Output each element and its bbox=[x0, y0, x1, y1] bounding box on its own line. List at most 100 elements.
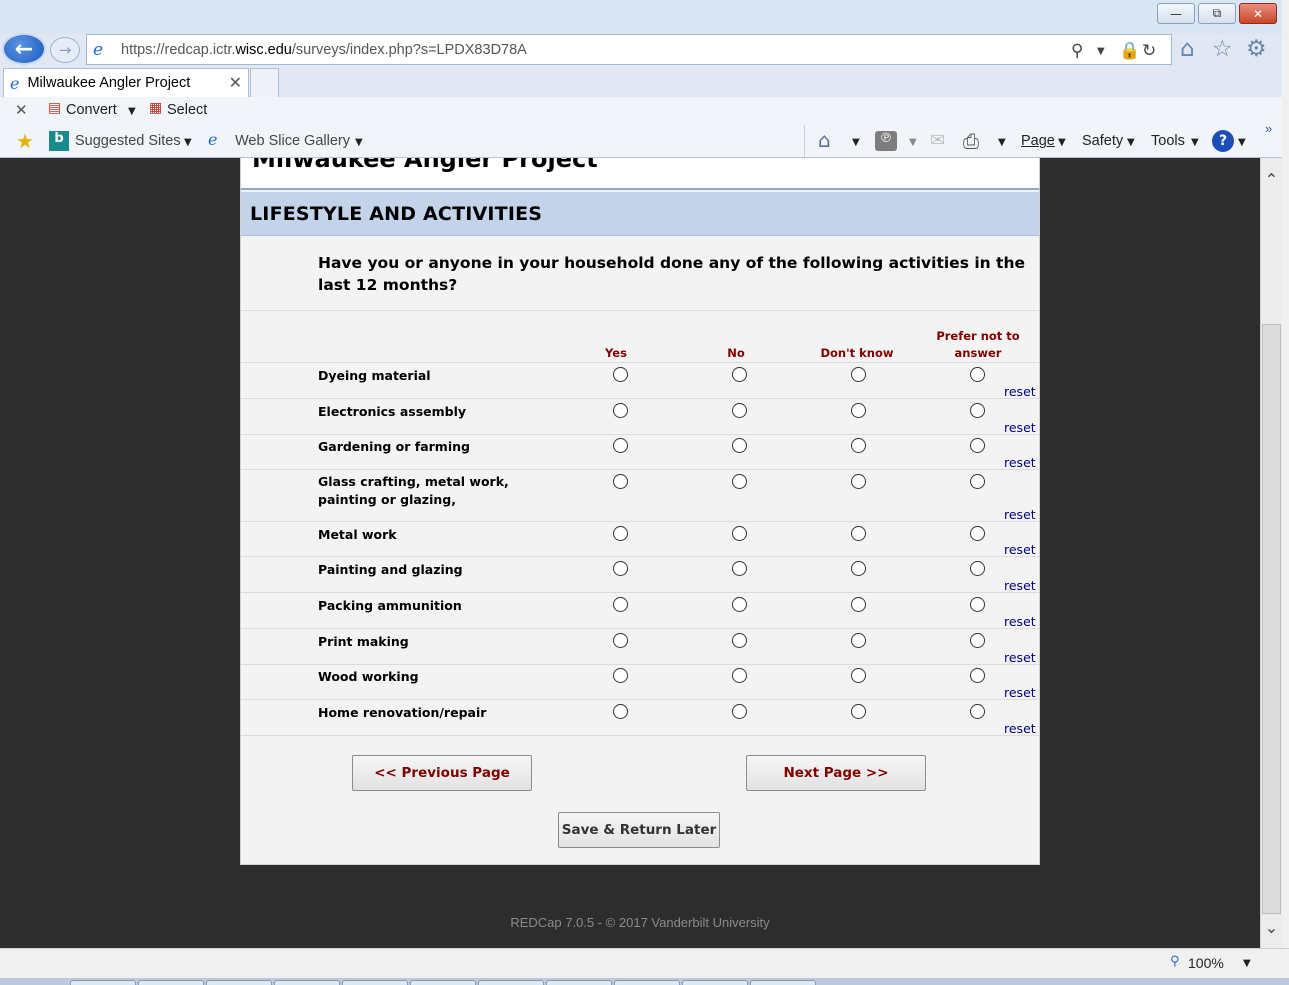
radio-dont-know[interactable] bbox=[851, 526, 866, 541]
convert-button[interactable]: Convert bbox=[66, 102, 117, 118]
reset-link[interactable]: reset bbox=[1004, 650, 1036, 665]
radio-prefer-not[interactable] bbox=[970, 526, 985, 541]
zoom-icon[interactable]: ⚲ bbox=[1170, 954, 1180, 969]
help-dropdown-icon[interactable]: ▼ bbox=[1238, 137, 1246, 148]
radio-yes[interactable] bbox=[613, 474, 628, 489]
reset-link[interactable]: reset bbox=[1004, 721, 1036, 736]
radio-prefer-not[interactable] bbox=[970, 561, 985, 576]
taskbar-button[interactable] bbox=[274, 980, 340, 985]
close-window-button[interactable]: ✕ bbox=[1239, 3, 1277, 24]
radio-no[interactable] bbox=[732, 526, 747, 541]
taskbar-button[interactable] bbox=[682, 980, 748, 985]
address-bar[interactable]: e https://redcap.ictr.wisc.edu/surveys/i… bbox=[86, 34, 1172, 65]
radio-yes[interactable] bbox=[613, 561, 628, 576]
taskbar-button[interactable] bbox=[614, 980, 680, 985]
reset-link[interactable]: reset bbox=[1004, 542, 1036, 557]
lock-icon[interactable]: 🔒 bbox=[1119, 41, 1140, 61]
reset-link[interactable]: reset bbox=[1004, 685, 1036, 700]
page-menu[interactable]: Page bbox=[1021, 133, 1055, 149]
taskbar-button[interactable] bbox=[410, 980, 476, 985]
scroll-up-icon[interactable]: ⌃ bbox=[1261, 158, 1282, 202]
taskbar-button[interactable] bbox=[546, 980, 612, 985]
radio-yes[interactable] bbox=[613, 668, 628, 683]
home-command-icon[interactable]: ⌂ bbox=[818, 128, 831, 152]
radio-prefer-not[interactable] bbox=[970, 633, 985, 648]
radio-no[interactable] bbox=[732, 668, 747, 683]
next-page-button[interactable]: Next Page >> bbox=[746, 755, 926, 791]
radio-yes[interactable] bbox=[613, 403, 628, 418]
web-slice-gallery-link[interactable]: Web Slice Gallery bbox=[235, 133, 350, 149]
radio-dont-know[interactable] bbox=[851, 474, 866, 489]
radio-yes[interactable] bbox=[613, 367, 628, 382]
restore-button[interactable]: ⧉ bbox=[1198, 3, 1236, 24]
radio-dont-know[interactable] bbox=[851, 704, 866, 719]
radio-dont-know[interactable] bbox=[851, 403, 866, 418]
previous-page-button[interactable]: << Previous Page bbox=[352, 755, 532, 791]
radio-yes[interactable] bbox=[613, 597, 628, 612]
save-return-later-button[interactable]: Save & Return Later bbox=[558, 812, 720, 848]
back-button[interactable]: ← bbox=[2, 33, 46, 65]
radio-prefer-not[interactable] bbox=[970, 474, 985, 489]
new-tab-button[interactable] bbox=[250, 68, 279, 97]
forward-button[interactable]: → bbox=[50, 37, 80, 63]
tab-close-icon[interactable]: ✕ bbox=[229, 73, 242, 92]
search-dropdown-icon[interactable]: ▼ bbox=[1097, 46, 1105, 57]
radio-dont-know[interactable] bbox=[851, 633, 866, 648]
page-dropdown-icon[interactable]: ▼ bbox=[1058, 137, 1066, 148]
radio-prefer-not[interactable] bbox=[970, 668, 985, 683]
radio-dont-know[interactable] bbox=[851, 597, 866, 612]
tools-menu[interactable]: Tools bbox=[1151, 133, 1185, 149]
radio-no[interactable] bbox=[732, 474, 747, 489]
more-commands-icon[interactable]: » bbox=[1265, 121, 1272, 136]
scrollbar-thumb[interactable] bbox=[1262, 324, 1281, 914]
reset-link[interactable]: reset bbox=[1004, 455, 1036, 470]
zoom-dropdown-icon[interactable]: ▼ bbox=[1243, 958, 1251, 969]
home-icon[interactable]: ⌂ bbox=[1180, 36, 1195, 62]
safety-menu[interactable]: Safety bbox=[1082, 133, 1123, 149]
convert-dropdown-icon[interactable]: ▼ bbox=[128, 106, 136, 117]
taskbar-button[interactable] bbox=[750, 980, 816, 985]
radio-no[interactable] bbox=[732, 633, 747, 648]
reset-link[interactable]: reset bbox=[1004, 614, 1036, 629]
radio-no[interactable] bbox=[732, 367, 747, 382]
home-dropdown-icon[interactable]: ▼ bbox=[852, 137, 860, 148]
reset-link[interactable]: reset bbox=[1004, 507, 1036, 522]
help-icon[interactable]: ? bbox=[1212, 130, 1234, 152]
radio-prefer-not[interactable] bbox=[970, 438, 985, 453]
zoom-level[interactable]: 100% bbox=[1188, 955, 1224, 971]
settings-gear-icon[interactable]: ⚙ bbox=[1246, 36, 1267, 62]
favorites-icon[interactable]: ★ bbox=[16, 129, 34, 153]
web-slice-dropdown-icon[interactable]: ▼ bbox=[355, 137, 363, 148]
reset-link[interactable]: reset bbox=[1004, 578, 1036, 593]
vertical-scrollbar[interactable]: ⌃ ⌄ bbox=[1260, 158, 1282, 948]
safety-dropdown-icon[interactable]: ▼ bbox=[1127, 137, 1135, 148]
tools-dropdown-icon[interactable]: ▼ bbox=[1191, 137, 1199, 148]
address-url[interactable]: https://redcap.ictr.wisc.edu/surveys/ind… bbox=[121, 42, 527, 58]
radio-dont-know[interactable] bbox=[851, 367, 866, 382]
radio-dont-know[interactable] bbox=[851, 668, 866, 683]
rss-dropdown-icon[interactable]: ▼ bbox=[909, 137, 917, 148]
tab-active[interactable]: e Milwaukee Angler Project ✕ bbox=[3, 68, 249, 97]
radio-no[interactable] bbox=[732, 704, 747, 719]
radio-prefer-not[interactable] bbox=[970, 597, 985, 612]
radio-yes[interactable] bbox=[613, 438, 628, 453]
radio-no[interactable] bbox=[732, 403, 747, 418]
taskbar-button[interactable] bbox=[342, 980, 408, 985]
reset-link[interactable]: reset bbox=[1004, 384, 1036, 399]
rss-feed-icon[interactable]: ℗ bbox=[875, 131, 897, 151]
radio-prefer-not[interactable] bbox=[970, 403, 985, 418]
suggested-sites-link[interactable]: Suggested Sites bbox=[75, 133, 181, 149]
radio-yes[interactable] bbox=[613, 526, 628, 541]
print-dropdown-icon[interactable]: ▼ bbox=[998, 137, 1006, 148]
favorites-star-icon[interactable]: ☆ bbox=[1212, 36, 1233, 62]
refresh-icon[interactable]: ↻ bbox=[1142, 41, 1156, 61]
radio-no[interactable] bbox=[732, 561, 747, 576]
select-button[interactable]: Select bbox=[167, 102, 207, 118]
minimize-button[interactable]: — bbox=[1157, 3, 1195, 24]
radio-prefer-not[interactable] bbox=[970, 367, 985, 382]
radio-no[interactable] bbox=[732, 597, 747, 612]
taskbar-button[interactable] bbox=[478, 980, 544, 985]
taskbar-button[interactable] bbox=[70, 980, 136, 985]
reset-link[interactable]: reset bbox=[1004, 420, 1036, 435]
scroll-down-icon[interactable]: ⌄ bbox=[1261, 908, 1282, 948]
